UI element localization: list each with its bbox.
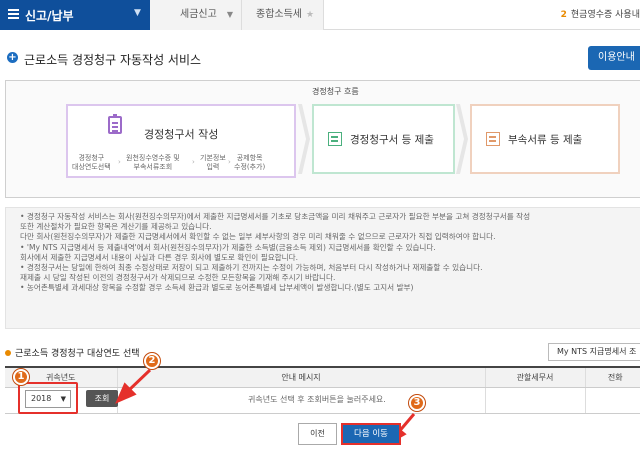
usage-guide-button[interactable]: 이용안내 — [588, 46, 640, 70]
chevron-down-icon: ▼ — [226, 10, 233, 19]
flow-title: 경정청구 흐름 — [312, 87, 359, 96]
notice-line: • 경정청구 자동작성 서비스는 회사(원천징수의무자)에서 제출한 지급명세서… — [20, 212, 531, 221]
col-header-message: 안내 메시지 — [116, 366, 485, 388]
col-header-tax-office: 관할세무서 — [484, 366, 585, 388]
flow-arrow-icon — [298, 104, 310, 174]
notice-box: • 경정청구 자동작성 서비스는 회사(원천징수의무자)에서 제출한 지급명세서… — [5, 207, 640, 329]
page-title: 근로소득 경정청구 자동작성 서비스 — [24, 53, 202, 67]
notice-line: 재제출 시 당일 작성된 이전의 경정청구서가 삭제되므로 수정한 모든항목을 … — [20, 273, 336, 283]
highlight-box — [18, 382, 78, 414]
flow-arrow-icon — [456, 104, 468, 174]
star-icon[interactable]: ★ — [306, 10, 314, 20]
phone-cell — [584, 387, 640, 414]
step-write-claim: 경정청구서 작성 경정청구 대상연도선택 › 원천징수영수증 및 부속서류조회 … — [66, 104, 296, 178]
breadcrumb-label: 종합소득세 — [256, 9, 302, 20]
step-name: 경정청구서 작성 — [144, 128, 219, 141]
plus-circle-icon: + — [7, 52, 18, 63]
breadcrumb-tax-filing[interactable]: 세금신고 ▼ — [150, 0, 242, 30]
notice-line: • 'My NTS 지급명세서 등 제출내역'에서 회사(원천징수의무자)가 제… — [20, 242, 436, 252]
notification-count: 2 — [560, 10, 567, 20]
annotation-badge-2: 2 — [144, 353, 160, 369]
annotation-badge-3: 3 — [409, 395, 425, 411]
annotation-badge-1: 1 — [13, 369, 29, 385]
breadcrumb-income-tax[interactable]: 종합소득세 ★ — [242, 0, 324, 30]
query-button[interactable]: 조회 — [86, 390, 118, 407]
notice-line: 다만 회사(원천징수의무자)가 제출한 지급명세서에서 확인할 수 없는 일부 … — [20, 232, 496, 242]
step-name: 부속서류 등 제출 — [508, 134, 583, 146]
document-icon — [328, 132, 342, 146]
section-title: 근로소득 경정청구 대상연도 선택 — [5, 346, 140, 359]
mynts-statement-button[interactable]: My NTS 지급명세서 조 — [548, 343, 640, 361]
chevron-down-icon[interactable]: ▼ — [134, 8, 141, 18]
notice-line: 회사에서 제출한 지급명세서 내용이 사실과 다른 경우 회사에 별도로 확인이… — [20, 252, 299, 262]
guide-message: 귀속년도 선택 후 조회버튼을 눌러주세요. — [248, 395, 386, 404]
page-title-row: + 근로소득 경정청구 자동작성 서비스 — [0, 48, 640, 70]
hamburger-menu-icon[interactable] — [8, 9, 19, 19]
substep-lookup-docs: 원천징수영수증 및 부속서류조회 — [126, 154, 180, 171]
top-right-text: 현금영수증 사용내 — [570, 10, 640, 20]
next-button[interactable]: 다음 이동 — [341, 423, 401, 445]
notice-line: 또한 계산절차가 필요한 항목은 계산기를 제공하고 있습니다. — [20, 222, 212, 232]
document-icon — [486, 132, 500, 146]
substep-select-year: 경정청구 대상연도선택 — [72, 154, 111, 171]
table-header-row: 귀속년도 안내 메시지 관할세무서 전화 — [5, 366, 640, 388]
bullet-icon — [5, 350, 11, 356]
col-header-phone: 전화 — [584, 366, 640, 388]
section-title-text: 근로소득 경정청구 대상연도 선택 — [15, 349, 140, 359]
notice-line: • 농어촌특별세 과세대상 항목을 수정할 경우 소득세 환급과 별도로 농어촌… — [20, 283, 414, 293]
substeps: 경정청구 대상연도선택 › 원천징수영수증 및 부속서류조회 › 기본정보 입력… — [68, 148, 298, 178]
step-submit-claim: 경정청구서 등 제출 — [312, 104, 455, 174]
notice-line: • 경정청구서는 당일에 한하여 최종 수정상태로 저장이 되고 제출하기 전까… — [20, 263, 483, 273]
chevron-right-icon: › — [118, 158, 121, 166]
chevron-right-icon: › — [228, 158, 231, 166]
substep-edit-deductions: 공제항목 수정(추가) — [234, 154, 266, 171]
clipboard-icon — [108, 114, 122, 134]
prev-button[interactable]: 이전 — [298, 423, 337, 445]
chevron-right-icon: › — [192, 158, 195, 166]
menu-home-label: 신고/납부 — [25, 9, 74, 23]
menu-home-tab[interactable]: 신고/납부 ▼ — [0, 0, 150, 30]
tax-office-cell — [484, 387, 585, 414]
top-navigation-bar: 신고/납부 ▼ 세금신고 ▼ 종합소득세 ★ 2 현금영수증 사용내 — [0, 0, 640, 30]
substep-basic-info: 기본정보 입력 — [200, 154, 226, 171]
step-submit-attachments: 부속서류 등 제출 — [470, 104, 620, 174]
step-name: 경정청구서 등 제출 — [350, 134, 434, 146]
top-right-info[interactable]: 2 현금영수증 사용내 — [561, 7, 640, 20]
breadcrumb-label: 세금신고 — [180, 9, 217, 20]
